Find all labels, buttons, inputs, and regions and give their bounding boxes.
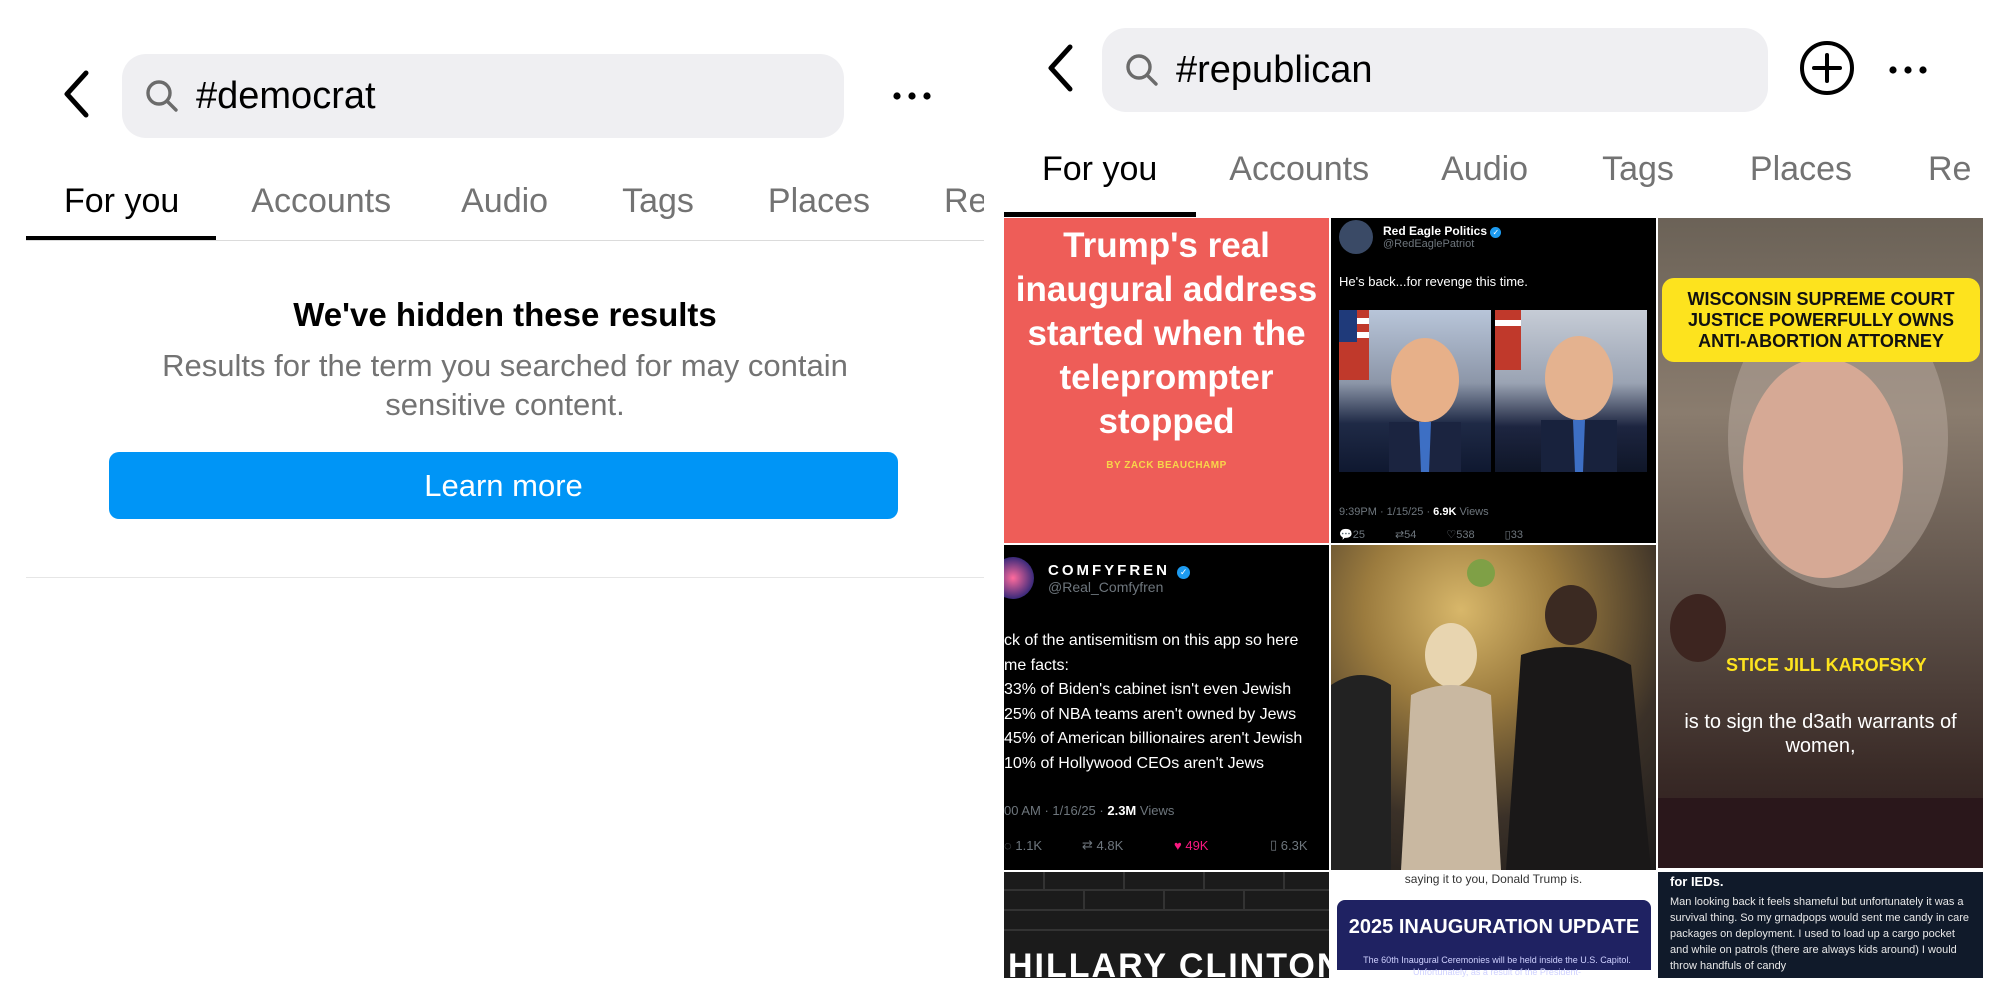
like-count: 538 [1456,528,1475,541]
tweet-timestamp: 9:39PM · 1/15/25 · [1339,506,1431,518]
bookmark-count: 33 [1510,528,1523,541]
search-input[interactable]: #democrat [122,54,844,138]
tab-reels[interactable]: Re [1928,150,1971,189]
tab-for-you[interactable]: For you [1042,150,1157,189]
repost-icon: ⇄ [1082,837,1093,852]
post-lead: for IEDs. [1670,874,1724,889]
chevron-left-icon [1048,44,1073,92]
grid-post-trump-inaugural[interactable]: Trump's real inaugural address started w… [1004,218,1329,543]
active-tab-indicator [1004,212,1196,217]
back-button[interactable] [54,66,98,122]
tab-tags[interactable]: Tags [622,182,694,221]
right-panel-republican-search: #republican For you Accounts Audio Tags … [1004,0,2000,1003]
post-story: Man looking back it feels shameful but u… [1670,896,1969,972]
search-tabs: For you Accounts Audio Tags Places Re [1004,128,2000,210]
flag-image-icon [1495,310,1617,472]
trump-photo-smiling [1339,310,1491,472]
like-icon: ♥ [1174,837,1182,853]
grid-post-comfyfren[interactable]: COMFYFREN ✓ @Real_Comfyfren ck of the an… [1004,545,1329,870]
verified-badge-icon: ✓ [1177,565,1191,579]
video-subtitle: is to sign the d3ath warrants of women, [1684,711,1957,757]
tweet-header: COMFYFREN ✓ @Real_Comfyfren [1004,557,1191,599]
tweet-author-name: COMFYFREN [1048,561,1170,579]
tab-reels[interactable]: Re [944,182,984,221]
back-button[interactable] [1038,40,1082,96]
post-headline: 2025 INAUGURATION UPDATE [1348,916,1640,938]
repost-count: 4.8K [1096,837,1124,853]
post-topline: saying it to you, Donald Trump is. [1404,872,1583,886]
results-grid: Trump's real inaugural address started w… [1004,218,1984,978]
grid-post-inauguration-update[interactable]: saying it to you, Donald Trump is. 2025 … [1331,872,1656,978]
post-headline: Trump's real inaugural address started w… [1015,226,1318,441]
bookmark-icon: ▯ [1270,837,1278,852]
tab-places[interactable]: Places [768,182,870,221]
chevron-left-icon [64,70,89,118]
learn-more-button[interactable]: Learn more [109,452,898,519]
grid-post-red-eagle-politics[interactable]: Red Eagle Politics ✓ @RedEaglePatriot He… [1331,218,1656,543]
bookmark-count: 6.3K [1280,837,1308,853]
hidden-results-title: We've hidden these results [293,296,717,333]
tweet-author-handle: @RedEaglePatriot [1383,238,1475,250]
tweet-views-label: Views [1459,506,1489,518]
search-input[interactable]: #republican [1102,28,1768,112]
grid-post-inaugural-ball-photo[interactable] [1331,545,1656,870]
reply-count: 1.1K [1015,837,1043,853]
search-icon [146,80,178,112]
speaker-name-caption: STICE JILL KAROFSKY [1726,655,1927,675]
tweet-text: He's back...for revenge this time. [1339,274,1528,289]
like-count: 49K [1185,837,1209,853]
tweet-view-count: 6.9K [1433,506,1457,518]
post-byline: BY ZACK BEAUCHAMP [1106,460,1227,471]
more-options-button[interactable] [1880,52,1936,88]
reply-icon: ◌ [1004,837,1012,853]
verified-badge-icon: ✓ [1490,227,1502,238]
tweet-header: Red Eagle Politics ✓ @RedEaglePatriot [1339,220,1502,254]
grid-post-story-text[interactable]: for IEDs. Man looking back it feels sham… [1658,872,1983,978]
post-headline: HILLARY CLINTON [1008,947,1329,978]
tweet-author-name: Red Eagle Politics [1383,224,1488,238]
reply-icon: 💬 [1339,529,1353,541]
like-icon: ♡ [1446,529,1457,541]
tweet-timestamp: 00 AM · 1/16/25 · [1004,803,1104,818]
hidden-results-description: Results for the term you searched for ma… [162,348,848,422]
add-button[interactable] [1799,40,1855,96]
avatar [1004,557,1034,599]
search-icon [1126,54,1158,86]
people-photo-illustration [1331,559,1651,870]
trump-photo-mugshot [1495,310,1647,472]
flag-image-icon [1339,310,1461,472]
tab-audio[interactable]: Audio [461,182,548,221]
grid-post-karofsky-video[interactable]: WISCONSIN SUPREME COURT JUSTICE POWERFUL… [1658,218,1983,868]
avatar [1339,220,1373,254]
ellipsis-icon [893,92,931,100]
tabs-divider [26,240,984,241]
tab-for-you[interactable]: For you [64,182,179,221]
tab-places[interactable]: Places [1750,150,1852,189]
tab-accounts[interactable]: Accounts [1229,150,1369,189]
reply-count: 25 [1352,528,1365,541]
tweet-view-count: 2.3M [1107,803,1137,818]
left-panel-democrat-search: #democrat For you Accounts Audio Tags Pl… [0,0,985,1003]
tweet-text: ck of the antisemitism on this app so he… [1004,632,1303,772]
grid-post-hillary-clinton[interactable]: HILLARY CLINTON [1004,872,1329,978]
ellipsis-icon [1889,66,1927,74]
tab-tags[interactable]: Tags [1602,150,1674,189]
section-divider [26,577,984,578]
search-query: #democrat [196,74,376,117]
search-tabs: For you Accounts Audio Tags Places Re [26,160,984,242]
repost-count: 54 [1404,528,1417,541]
post-subtext: The 60th Inaugural Ceremonies will be he… [1363,955,1631,977]
tweet-author-handle: @Real_Comfyfren [1048,578,1164,595]
video-headline-banner: WISCONSIN SUPREME COURT JUSTICE POWERFUL… [1662,278,1980,362]
more-options-button[interactable] [884,78,940,114]
tweet-views-label: Views [1139,803,1175,818]
plus-circle-icon [1800,41,1854,95]
tab-accounts[interactable]: Accounts [251,182,391,221]
tab-audio[interactable]: Audio [1441,150,1528,189]
search-query: #republican [1176,48,1373,91]
repost-icon: ⇄ [1394,529,1405,541]
